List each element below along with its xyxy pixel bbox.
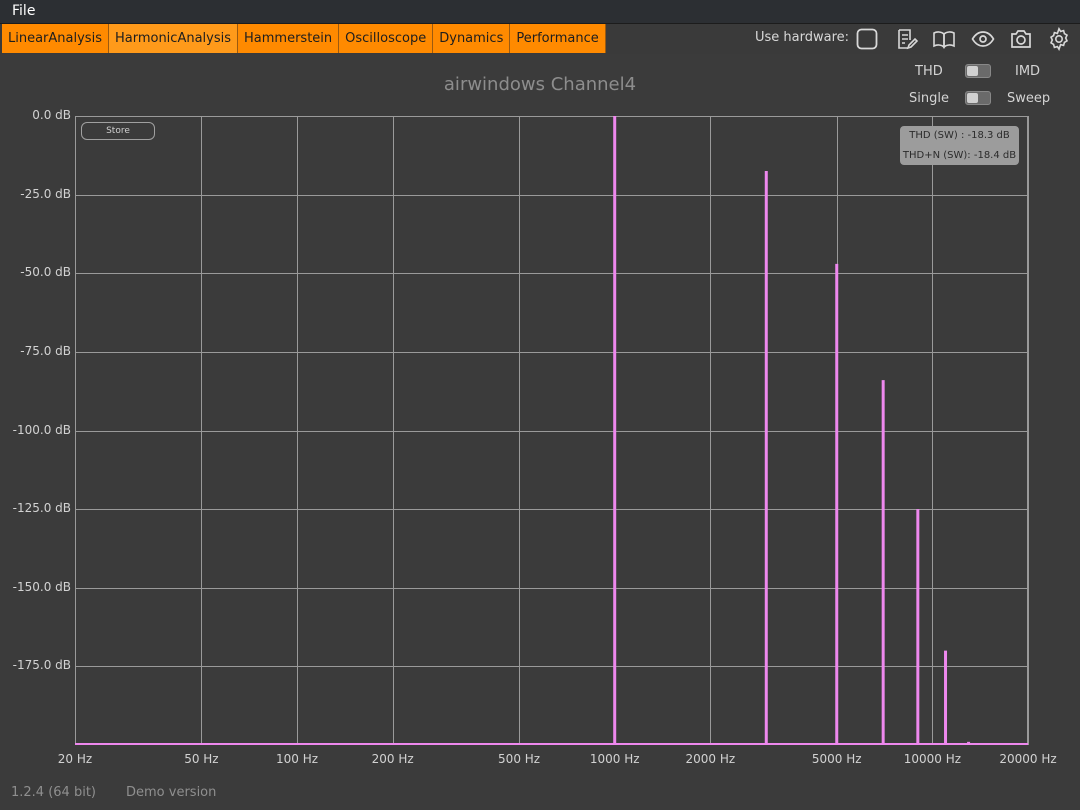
y-tick-label: -75.0 dB [20, 343, 71, 358]
version-label: 1.2.4 (64 bit) [11, 785, 96, 800]
demo-version-label: Demo version [126, 785, 217, 800]
x-tick-label: 5000 Hz [811, 752, 862, 766]
thd-readout: THD (SW) : -18.3 dB [909, 130, 1010, 141]
y-tick-label: -50.0 dB [20, 265, 71, 280]
x-tick-label: 20000 Hz [999, 752, 1057, 766]
x-tick-label: 100 Hz [276, 752, 319, 766]
x-tick-label: 1000 Hz [589, 752, 640, 766]
y-tick-label: -25.0 dB [20, 186, 71, 201]
x-tick-label: 200 Hz [371, 752, 414, 766]
x-tick-label: 2000 Hz [685, 752, 736, 766]
x-tick-label: 10000 Hz [903, 752, 962, 766]
y-tick-label: -125.0 dB [12, 501, 71, 516]
y-tick-label: 0.0 dB [32, 108, 71, 122]
thd-readout-box: THD (SW) : -18.3 dB THD+N (SW): -18.4 dB [900, 126, 1019, 165]
thdn-readout: THD+N (SW): -18.4 dB [902, 150, 1017, 161]
y-tick-label: -100.0 dB [12, 422, 71, 437]
x-tick-label: 50 Hz [184, 752, 219, 766]
y-tick-label: -150.0 dB [12, 579, 71, 594]
harmonic-chart [75, 116, 1029, 745]
x-tick-label: 20 Hz [57, 752, 93, 766]
y-tick-label: -175.0 dB [12, 658, 71, 673]
x-tick-label: 500 Hz [498, 752, 541, 766]
store-button[interactable]: Store [81, 122, 155, 140]
